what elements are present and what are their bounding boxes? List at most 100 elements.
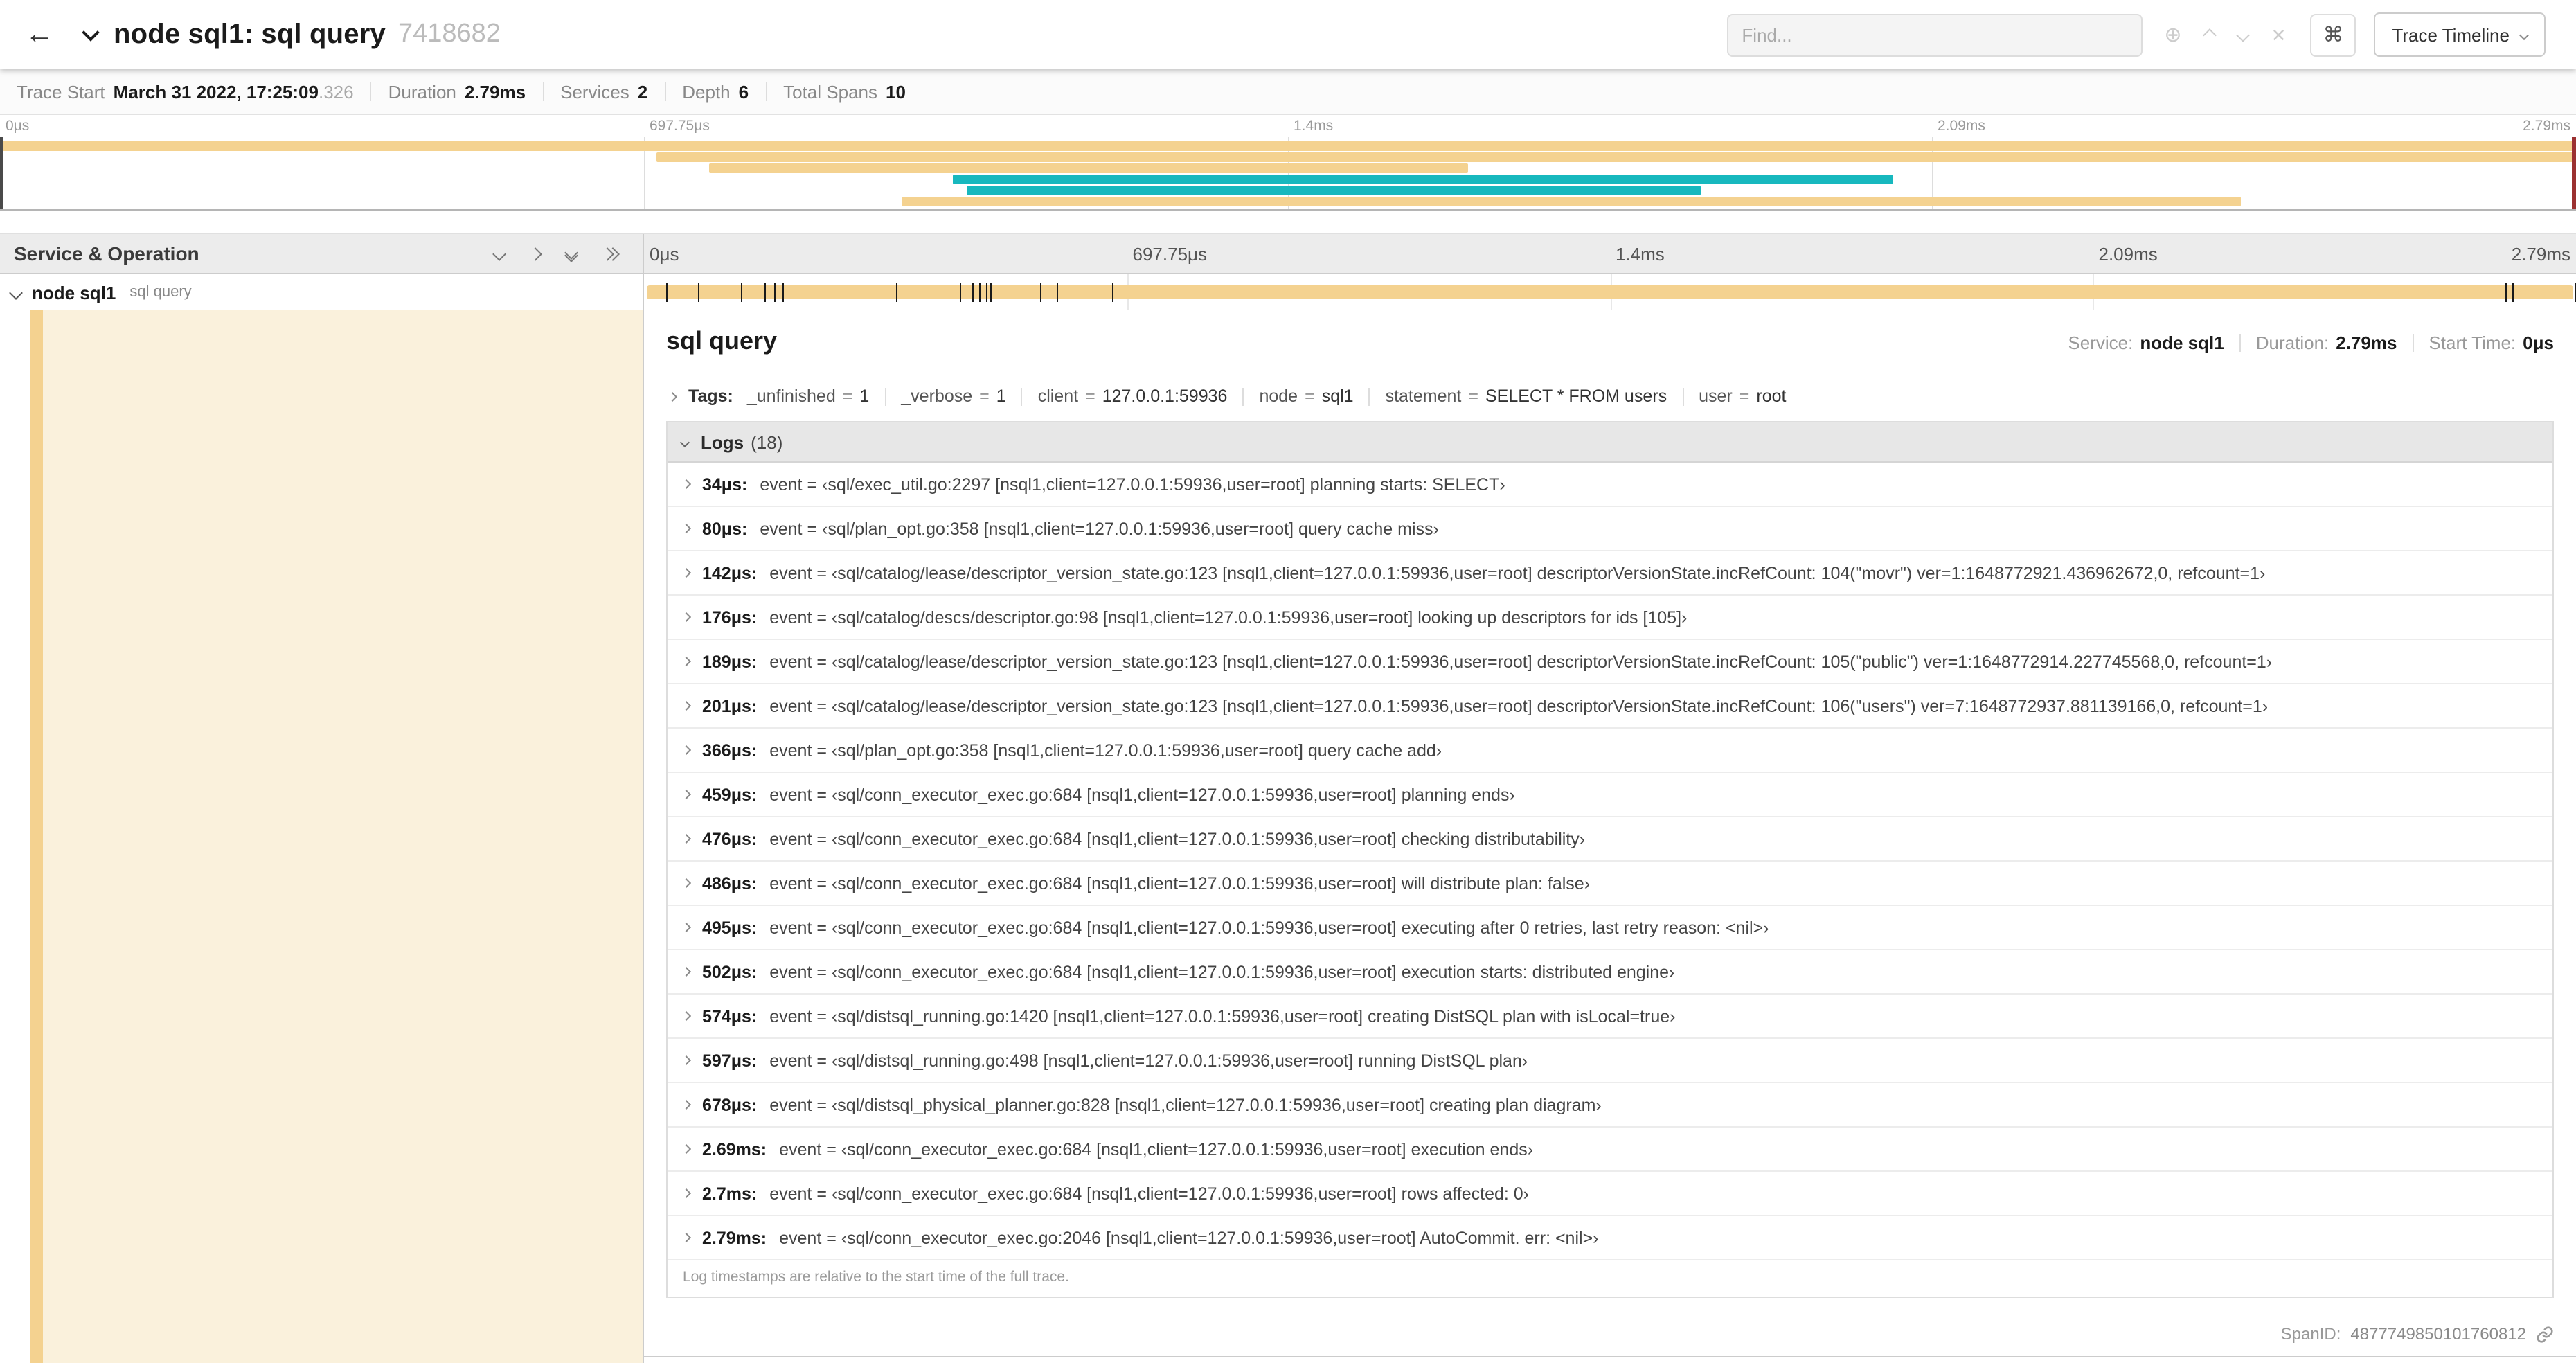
view-selector-button[interactable]: Trace Timeline: [2374, 12, 2546, 57]
log-timestamp: 80μs:: [702, 519, 748, 538]
focus-icon[interactable]: ⊕: [2164, 24, 2181, 45]
minimap-canvas[interactable]: [0, 137, 2576, 211]
log-row[interactable]: 476μs: event = ‹sql/conn_executor_exec.go…: [668, 817, 2552, 862]
tag-value: SELECT * FROM users: [1485, 386, 1667, 406]
span-duration-bar[interactable]: [647, 285, 2573, 299]
chevron-down-icon[interactable]: [82, 24, 100, 42]
log-event-text: event = ‹sql/catalog/lease/descriptor_ve…: [769, 652, 2273, 671]
span-name-cell[interactable]: node sql1 sql query: [0, 274, 644, 310]
log-row[interactable]: 2.7ms: event = ‹sql/conn_executor_exec.go…: [668, 1172, 2552, 1216]
summary-value-fraction: .326: [318, 81, 354, 102]
summary-label: Services: [560, 81, 629, 102]
minimap-span-bar: [902, 197, 2242, 206]
expand-one-icon[interactable]: [528, 247, 542, 260]
timeline-tick-header: 0μs 697.75μs 1.4ms 2.09ms 2.79ms: [644, 234, 2576, 273]
viewport-scrubber-right[interactable]: [2572, 137, 2576, 209]
log-row[interactable]: 80μs: event = ‹sql/plan_opt.go:358 [nsql1…: [668, 507, 2552, 551]
name-column-gutter: [0, 310, 30, 1363]
log-row[interactable]: 142μs: event = ‹sql/catalog/lease/descrip…: [668, 551, 2552, 596]
log-row[interactable]: 2.69ms: event = ‹sql/conn_executor_exec.g…: [668, 1128, 2552, 1172]
chevron-right-icon: [681, 789, 692, 800]
log-timestamp: 142μs:: [702, 563, 758, 582]
chevron-down-icon[interactable]: [2236, 28, 2251, 42]
minimap-tick-labels: 0μs 697.75μs 1.4ms 2.09ms 2.79ms: [0, 116, 2576, 137]
back-icon[interactable]: ←: [25, 18, 54, 51]
summary-item: Depth 6: [682, 81, 749, 102]
link-icon[interactable]: [2536, 1325, 2554, 1343]
tag-key: _verbose: [901, 386, 973, 406]
log-row[interactable]: 366μs: event = ‹sql/plan_opt.go:358 [nsql…: [668, 729, 2552, 773]
log-timestamp: 574μs:: [702, 1006, 758, 1026]
logs-list: 34μs: event = ‹sql/exec_util.go:2297 [nsq…: [668, 463, 2552, 1260]
log-row[interactable]: 678μs: event = ‹sql/distsql_physical_plan…: [668, 1083, 2552, 1128]
log-row[interactable]: 201μs: event = ‹sql/catalog/lease/descrip…: [668, 684, 2552, 729]
chevron-right-icon: [681, 1099, 692, 1110]
log-event-text: event = ‹sql/plan_opt.go:358 [nsql1,clie…: [769, 740, 1442, 760]
log-event-text: event = ‹sql/conn_executor_exec.go:684 […: [769, 829, 1586, 848]
log-event-text: event = ‹sql/conn_executor_exec.go:684 […: [769, 785, 1515, 804]
summary-value: 2.79ms: [464, 81, 526, 102]
chevron-right-icon: [681, 1055, 692, 1066]
tag-item: _verbose = 1: [901, 386, 1005, 406]
log-timestamp: 495μs:: [702, 918, 758, 937]
timeline-tick-label: 2.79ms: [2511, 244, 2570, 265]
log-row[interactable]: 486μs: event = ‹sql/conn_executor_exec.go…: [668, 862, 2552, 906]
find-input[interactable]: [1726, 13, 2143, 56]
timeline-minimap[interactable]: 0μs 697.75μs 1.4ms 2.09ms 2.79ms: [0, 116, 2576, 213]
log-row[interactable]: 502μs: event = ‹sql/conn_executor_exec.go…: [668, 950, 2552, 995]
timeline-tick-label: 1.4ms: [1616, 244, 1665, 265]
timeline-header-row: Service & Operation 0μs 697.75μs 1.4ms 2.09…: [0, 233, 2576, 274]
collapse-all-icon[interactable]: [564, 245, 578, 262]
log-row[interactable]: 34μs: event = ‹sql/exec_util.go:2297 [nsq…: [668, 463, 2552, 507]
log-event-text: event = ‹sql/conn_executor_exec.go:2046 …: [779, 1228, 1599, 1247]
span-detail-header: sql query Service: node sql1 Duration: 2…: [666, 327, 2554, 368]
span-color-strip: [30, 310, 43, 1363]
chevron-right-icon: [681, 878, 692, 889]
tags-list: _unfinished = 1 _verbose = 1 client = 127.0.0.1:…: [747, 386, 1787, 406]
log-marker: [985, 283, 987, 302]
span-bar-cell[interactable]: [644, 274, 2576, 310]
find-controls: ⊕ ×: [2164, 23, 2285, 46]
span-detail-panel: sql query Service: node sql1 Duration: 2…: [644, 310, 2576, 1363]
collapse-controls: [492, 245, 629, 262]
summary-item: Services 2: [560, 81, 647, 102]
log-marker: [698, 283, 699, 302]
close-icon[interactable]: ×: [2272, 23, 2286, 46]
log-row[interactable]: 2.79ms: event = ‹sql/conn_executor_exec.g…: [668, 1216, 2552, 1260]
tag-equals: =: [842, 386, 853, 406]
log-row[interactable]: 597μs: event = ‹sql/distsql_running.go:49…: [668, 1039, 2552, 1083]
chevron-down-icon[interactable]: [9, 285, 23, 299]
logs-accordion: Logs (18) 34μs: event = ‹sql/exec_util.go…: [666, 421, 2554, 1298]
chevron-down-icon: [2519, 29, 2530, 40]
tag-equals: =: [979, 386, 990, 406]
log-row[interactable]: 495μs: event = ‹sql/conn_executor_exec.go…: [668, 906, 2552, 950]
tag-divider: [1021, 387, 1023, 405]
expand-all-icon[interactable]: [600, 247, 620, 260]
timeline-tick-label: 0μs: [650, 244, 679, 265]
chevron-right-icon: [681, 523, 692, 534]
chevron-up-icon[interactable]: [2203, 28, 2217, 42]
log-timestamp: 2.7ms:: [702, 1184, 758, 1203]
log-event-text: event = ‹sql/conn_executor_exec.go:684 […: [769, 918, 1769, 937]
log-row[interactable]: 189μs: event = ‹sql/catalog/lease/descrip…: [668, 640, 2552, 684]
summary-label: Total Spans: [783, 81, 877, 102]
log-event-text: event = ‹sql/plan_opt.go:358 [nsql1,clie…: [760, 519, 1439, 538]
summary-value: 2: [637, 81, 648, 102]
log-row[interactable]: 459μs: event = ‹sql/conn_executor_exec.go…: [668, 773, 2552, 817]
log-row[interactable]: 176μs: event = ‹sql/catalog/descs/descrip…: [668, 596, 2552, 640]
tags-row[interactable]: Tags: _unfinished = 1 _verbose = 1 client = 127.…: [666, 380, 2554, 416]
log-timestamp: 201μs:: [702, 696, 758, 715]
log-row[interactable]: 574μs: event = ‹sql/distsql_running.go:14…: [668, 995, 2552, 1039]
logs-header[interactable]: Logs (18): [668, 422, 2552, 463]
log-event-text: event = ‹sql/catalog/lease/descriptor_ve…: [769, 563, 2266, 582]
timeline-tick-label: 2.09ms: [2098, 244, 2158, 265]
keyboard-shortcuts-button[interactable]: ⌘: [2310, 13, 2356, 56]
tag-value: 1: [859, 386, 870, 406]
collapse-one-icon[interactable]: [492, 247, 506, 260]
chevron-right-icon: [681, 567, 692, 578]
log-marker: [1056, 283, 1057, 302]
span-id-row: SpanID: 4877749850101760812: [2281, 1324, 2554, 1344]
tag-item: client = 127.0.0.1:59936: [1038, 386, 1228, 406]
viewport-scrubber-left[interactable]: [0, 137, 3, 209]
tag-item: user = root: [1699, 386, 1786, 406]
